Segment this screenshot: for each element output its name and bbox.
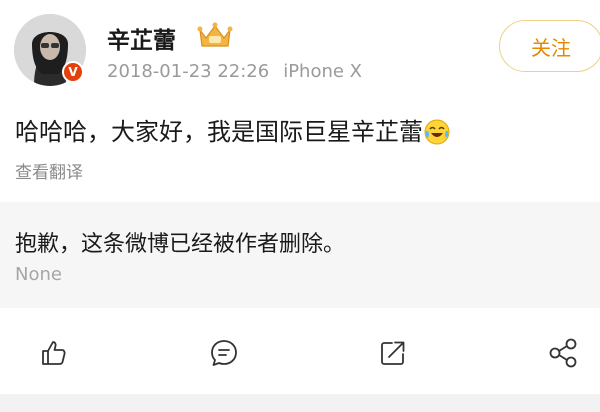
share-icon: [549, 338, 577, 368]
bottom-divider: [0, 394, 600, 412]
post-text: 哈哈哈，大家好，我是国际巨星辛芷蕾: [15, 112, 450, 147]
like-icon: [42, 341, 66, 365]
comment-icon: [211, 340, 237, 366]
post-meta: 2018-01-23 22:26 iPhone X: [107, 61, 362, 82]
username[interactable]: 辛芷蕾: [107, 21, 176, 55]
post-date: 2018-01-23 22:26: [107, 61, 270, 82]
deleted-repost-card[interactable]: 抱歉，这条微博已经被作者删除。 None: [0, 202, 600, 308]
post-text-body: 哈哈哈，大家好，我是国际巨星辛芷蕾: [15, 118, 423, 146]
repost-source: None: [15, 264, 62, 285]
share-button[interactable]: [545, 335, 581, 371]
action-bar: [0, 335, 600, 375]
deleted-notice: 抱歉，这条微博已经被作者删除。: [15, 232, 346, 257]
repost-icon: [381, 341, 405, 365]
laughing-crying-emoji-icon: [424, 119, 450, 145]
follow-button[interactable]: 关注: [499, 20, 600, 72]
post-device: iPhone X: [283, 61, 363, 82]
repost-button[interactable]: [375, 335, 411, 371]
translate-link[interactable]: 查看翻译: [15, 158, 83, 183]
like-button[interactable]: [35, 335, 71, 371]
crown-icon: [197, 22, 233, 47]
verified-badge: V: [62, 61, 84, 83]
comment-button[interactable]: [206, 335, 242, 371]
